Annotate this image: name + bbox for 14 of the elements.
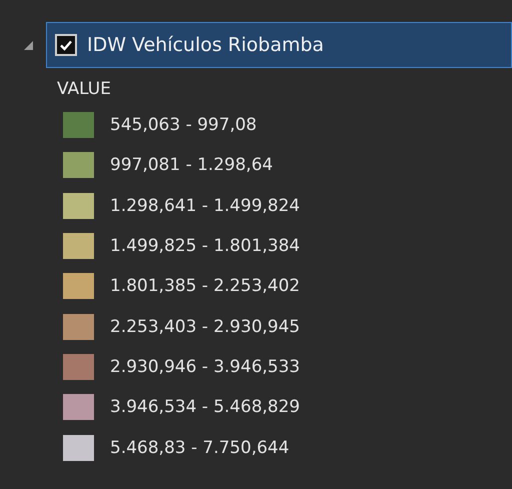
legend-label: 5.468,83 - 7.750,644: [110, 438, 290, 458]
legend-label: 3.946,534 - 5.468,829: [110, 397, 300, 418]
expand-toggle-icon[interactable]: [24, 40, 33, 50]
legend-label: 997,081 - 1.298,64: [110, 155, 273, 176]
legend-label: 1.801,385 - 2.253,402: [110, 276, 300, 296]
layer-row[interactable]: IDW Vehículos Riobamba: [46, 22, 512, 68]
legend-label: 1.298,641 - 1.499,824: [110, 196, 300, 216]
field-heading: VALUE: [57, 79, 112, 99]
legend-label: 2.253,403 - 2.930,945: [110, 316, 300, 337]
legend-label: 1.499,825 - 1.801,384: [110, 236, 300, 256]
legend-label: 545,063 - 997,08: [110, 115, 257, 136]
layer-checkbox[interactable]: [55, 34, 77, 56]
layer-name: IDW Vehículos Riobamba: [87, 34, 324, 56]
legend-label: 2.930,946 - 3.946,533: [110, 356, 300, 377]
